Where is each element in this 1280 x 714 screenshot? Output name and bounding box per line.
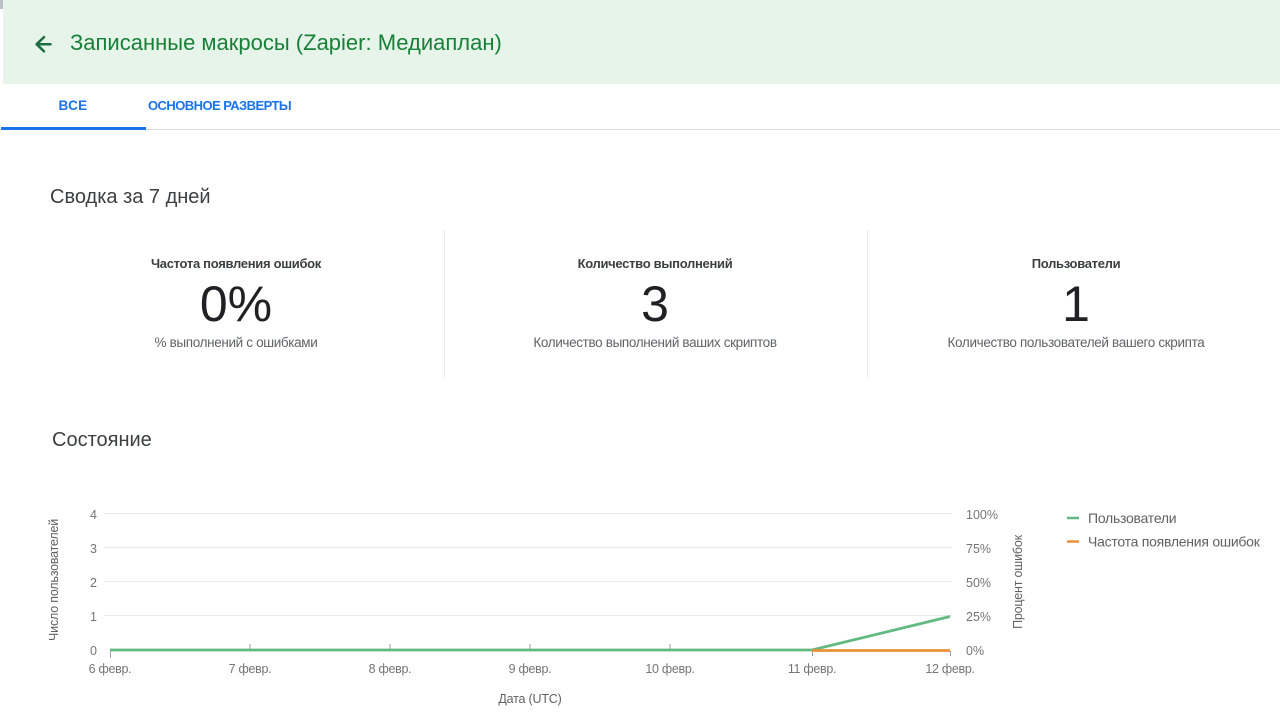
svg-text:1: 1 bbox=[90, 610, 97, 624]
svg-text:0: 0 bbox=[90, 644, 97, 658]
svg-text:3: 3 bbox=[90, 542, 97, 556]
svg-text:50%: 50% bbox=[966, 576, 991, 590]
svg-text:Число пользователей: Число пользователей bbox=[47, 519, 61, 641]
svg-text:75%: 75% bbox=[966, 542, 991, 556]
svg-text:0%: 0% bbox=[966, 644, 984, 658]
svg-text:6 февр.: 6 февр. bbox=[89, 662, 132, 676]
svg-text:12 февр.: 12 февр. bbox=[925, 662, 974, 676]
svg-text:25%: 25% bbox=[966, 610, 991, 624]
svg-text:10 февр.: 10 февр. bbox=[645, 662, 694, 676]
svg-text:4: 4 bbox=[90, 508, 97, 522]
svg-text:Процент ошибок: Процент ошибок bbox=[1011, 534, 1025, 628]
svg-text:Частота появления ошибок: Частота появления ошибок bbox=[1088, 534, 1261, 550]
svg-text:2: 2 bbox=[90, 576, 97, 590]
svg-text:11 февр.: 11 февр. bbox=[788, 662, 836, 676]
svg-text:8 февр.: 8 февр. bbox=[369, 662, 412, 676]
svg-text:Пользователи: Пользователи bbox=[1088, 510, 1176, 526]
svg-text:9 февр.: 9 февр. bbox=[509, 662, 552, 676]
svg-text:100%: 100% bbox=[966, 508, 998, 522]
svg-text:Дата (UTC): Дата (UTC) bbox=[498, 692, 561, 706]
svg-text:7 февр.: 7 февр. bbox=[229, 662, 272, 676]
